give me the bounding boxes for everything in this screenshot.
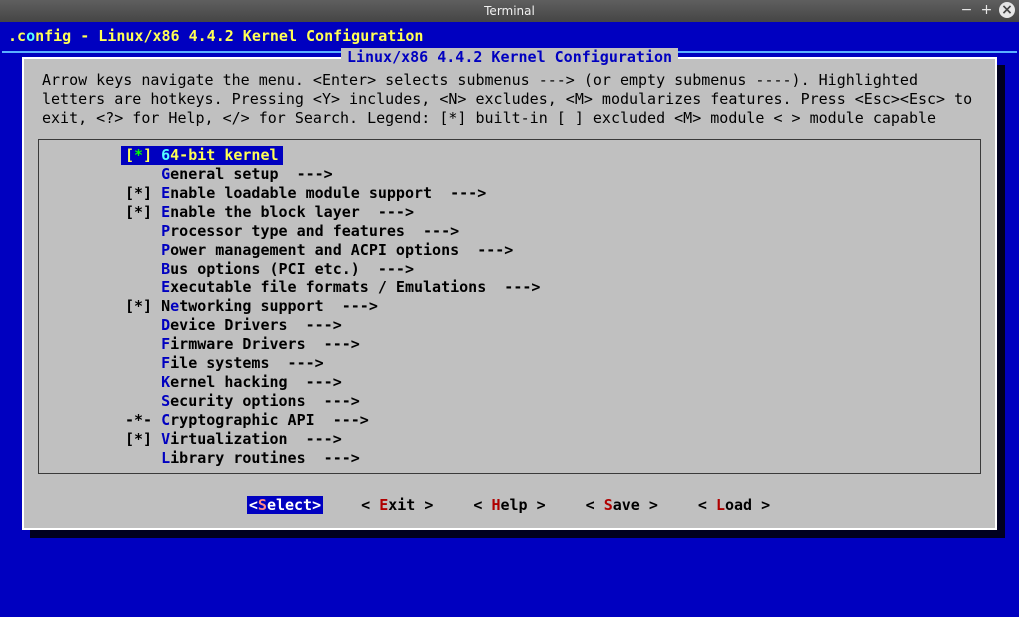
- window-controls: − + ×: [959, 2, 1015, 18]
- menu-item-0[interactable]: [*] 64-bit kernel: [121, 146, 283, 165]
- menu-item-11[interactable]: File systems --->: [121, 354, 328, 372]
- menu-item-8[interactable]: [*] Networking support --->: [121, 297, 382, 315]
- menu-item-12[interactable]: Kernel hacking --->: [121, 373, 346, 391]
- menu-item-15[interactable]: [*] Virtualization --->: [121, 430, 346, 448]
- menu-list: [*] 64-bit kernel General setup --->[*] …: [38, 139, 981, 474]
- menu-item-7[interactable]: Executable file formats / Emulations ---…: [121, 278, 544, 296]
- menu-item-2[interactable]: [*] Enable loadable module support --->: [121, 184, 490, 202]
- action-button-2[interactable]: < Help >: [471, 496, 547, 514]
- dialog-help-text: Arrow keys navigate the menu. <Enter> se…: [24, 59, 995, 133]
- action-button-4[interactable]: < Load >: [696, 496, 772, 514]
- menuconfig-dialog: Linux/x86 4.4.2 Kernel Configuration Arr…: [22, 57, 997, 530]
- menu-item-14[interactable]: -*- Cryptographic API --->: [121, 411, 373, 429]
- maximize-icon[interactable]: +: [979, 3, 994, 18]
- action-button-3[interactable]: < Save >: [584, 496, 660, 514]
- action-button-1[interactable]: < Exit >: [359, 496, 435, 514]
- dialog-caption: Linux/x86 4.4.2 Kernel Configuration: [24, 48, 995, 66]
- minimize-icon[interactable]: −: [959, 3, 974, 18]
- action-button-0[interactable]: <Select>: [247, 496, 323, 514]
- menu-item-10[interactable]: Firmware Drivers --->: [121, 335, 364, 353]
- menu-item-9[interactable]: Device Drivers --->: [121, 316, 346, 334]
- menu-item-13[interactable]: Security options --->: [121, 392, 364, 410]
- window-titlebar: Terminal − + ×: [0, 0, 1019, 22]
- menu-item-5[interactable]: Power management and ACPI options --->: [121, 241, 517, 259]
- terminal-area: .config - Linux/x86 4.4.2 Kernel Configu…: [0, 22, 1019, 617]
- menu-item-4[interactable]: Processor type and features --->: [121, 222, 463, 240]
- menu-item-16[interactable]: Library routines --->: [121, 449, 364, 467]
- window-title: Terminal: [0, 4, 1019, 18]
- menu-item-1[interactable]: General setup --->: [121, 165, 337, 183]
- terminal-window: Terminal − + × .config - Linux/x86 4.4.2…: [0, 0, 1019, 617]
- button-bar: <Select> < Exit > < Help > < Save > < Load >: [24, 478, 995, 528]
- menu-item-3[interactable]: [*] Enable the block layer --->: [121, 203, 418, 221]
- menu-item-6[interactable]: Bus options (PCI etc.) --->: [121, 260, 418, 278]
- close-icon[interactable]: ×: [999, 2, 1015, 18]
